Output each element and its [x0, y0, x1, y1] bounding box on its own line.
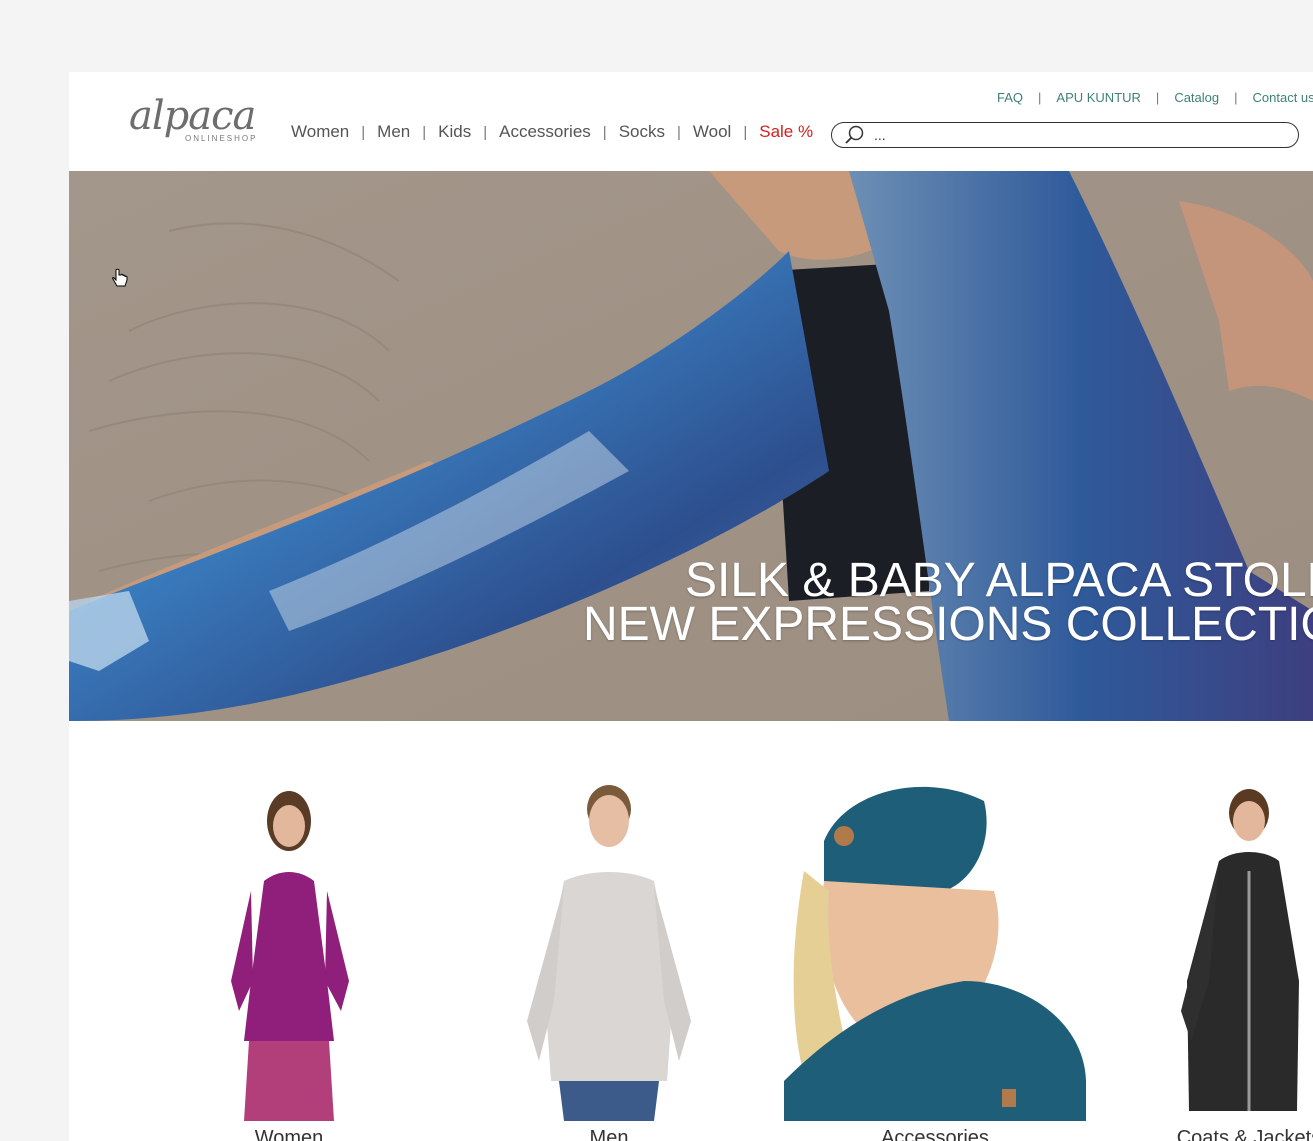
category-women-image: [209, 781, 369, 1121]
top-links: FAQ | APU KUNTUR | Catalog | Contact us: [997, 90, 1313, 105]
search-icon[interactable]: [844, 124, 866, 146]
separator: |: [483, 123, 488, 141]
category-women[interactable]: Women: [209, 781, 369, 1141]
separator: |: [676, 123, 681, 141]
separator: |: [1234, 90, 1238, 105]
category-accessories[interactable]: Accessories: [784, 781, 1086, 1141]
nav-socks[interactable]: Socks: [619, 122, 665, 142]
hero-subheadline: NEW EXPRESSIONS COLLECTION: [583, 598, 1313, 651]
search-input[interactable]: [872, 126, 1276, 144]
nav-sale[interactable]: Sale %: [759, 122, 813, 142]
separator: |: [361, 123, 366, 141]
category-men-label: Men: [589, 1127, 629, 1141]
main-nav: Women | Men | Kids | Accessories | Socks…: [291, 122, 813, 142]
toplink-apu-kuntur[interactable]: APU KUNTUR: [1056, 90, 1141, 105]
toplink-catalog[interactable]: Catalog: [1174, 90, 1219, 105]
nav-accessories[interactable]: Accessories: [499, 122, 591, 142]
nav-women[interactable]: Women: [291, 122, 349, 142]
separator: |: [1038, 90, 1042, 105]
category-accessories-image: [784, 781, 1086, 1121]
nav-wool[interactable]: Wool: [693, 122, 731, 142]
toplink-faq[interactable]: FAQ: [997, 90, 1023, 105]
hero-banner[interactable]: SILK & BABY ALPACA STOLE NEW EXPRESSIONS…: [69, 171, 1313, 721]
category-accessories-label: Accessories: [881, 1127, 989, 1141]
separator: |: [602, 123, 607, 141]
category-coats-jackets-image: [1169, 781, 1313, 1121]
category-coats-jackets[interactable]: Coats & Jackets: [1169, 781, 1313, 1141]
browser-frame: alpaca ONLINESHOP FAQ | APU KUNTUR | Cat…: [0, 0, 1313, 1141]
nav-men[interactable]: Men: [377, 122, 410, 142]
nav-kids[interactable]: Kids: [438, 122, 471, 142]
separator: |: [743, 123, 748, 141]
site-logo[interactable]: alpaca ONLINESHOP: [129, 94, 271, 146]
separator: |: [422, 123, 427, 141]
toplink-contact-us[interactable]: Contact us: [1253, 90, 1313, 105]
web-page: alpaca ONLINESHOP FAQ | APU KUNTUR | Cat…: [69, 72, 1313, 1141]
category-coats-jackets-label: Coats & Jackets: [1176, 1127, 1313, 1141]
category-men[interactable]: Men: [509, 781, 709, 1141]
hand-cursor-icon: [111, 268, 129, 292]
search-box[interactable]: [831, 122, 1299, 148]
separator: |: [1155, 90, 1160, 105]
category-men-image: [509, 781, 709, 1121]
logo-subtitle: ONLINESHOP: [185, 134, 258, 143]
logo-word: alpaca: [129, 93, 256, 139]
category-women-label: Women: [254, 1127, 324, 1141]
